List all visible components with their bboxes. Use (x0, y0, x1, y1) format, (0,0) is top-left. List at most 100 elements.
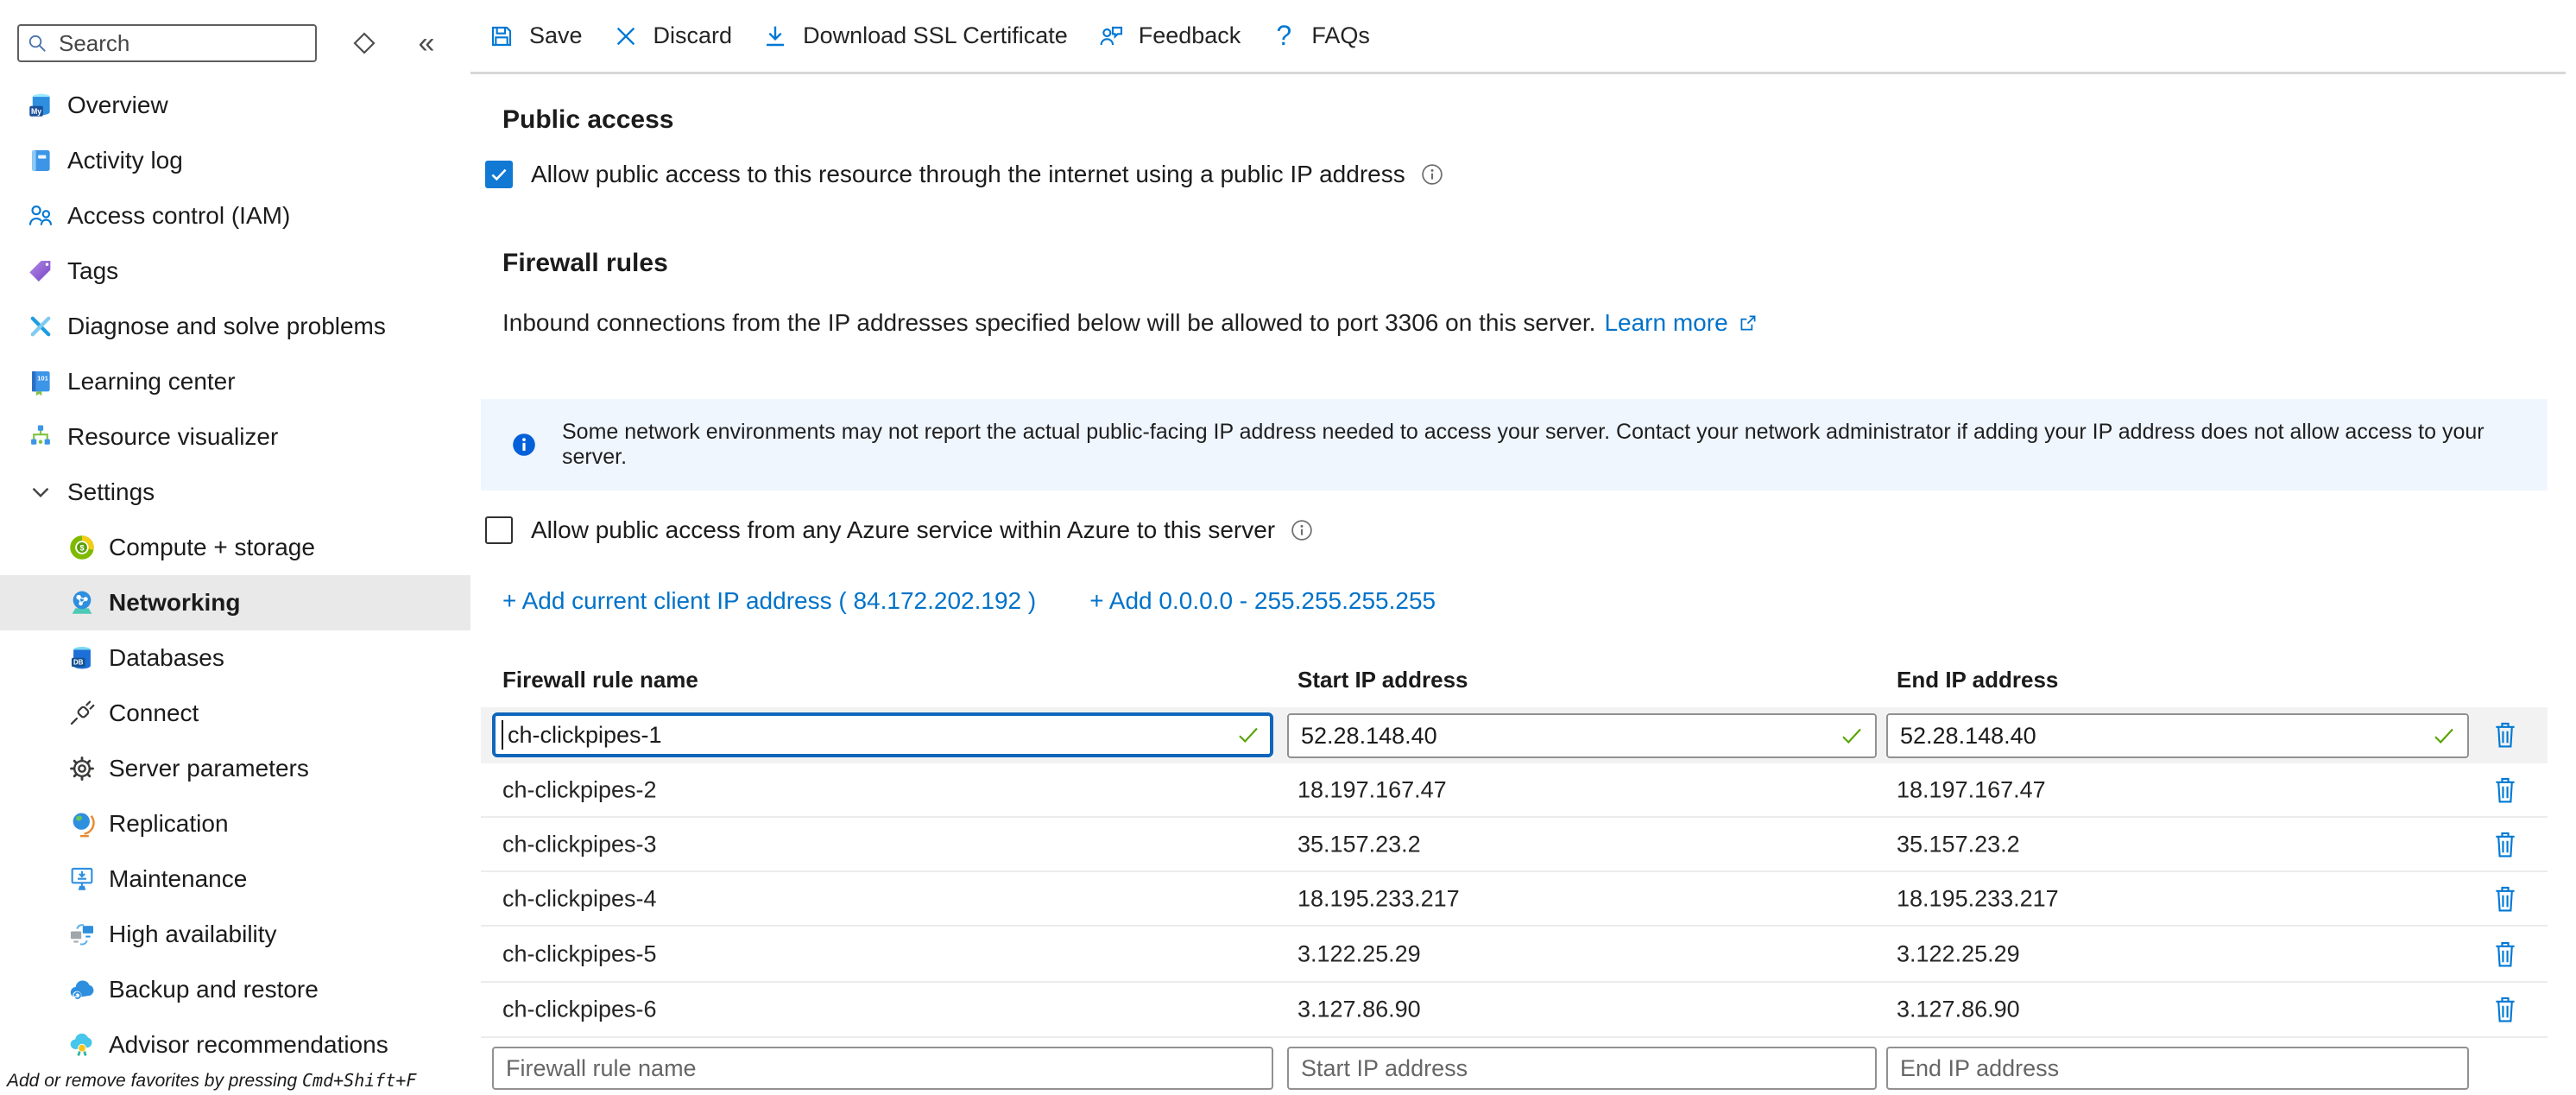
save-button[interactable]: Save (488, 22, 583, 50)
compute-storage-icon: $ (67, 533, 97, 562)
sidebar-item-activity-log[interactable]: Activity log (0, 133, 470, 188)
start-ip-input[interactable] (1287, 713, 1877, 758)
sidebar-item-overview[interactable]: My Overview (0, 78, 470, 133)
sidebar-item-label: High availability (109, 921, 277, 948)
start-ip-cell: 35.157.23.2 (1297, 831, 1421, 858)
sidebar-item-advisor[interactable]: Advisor recommendations (0, 1017, 470, 1073)
firewall-rules-heading: Firewall rules (502, 249, 668, 278)
allow-public-access-checkbox[interactable] (485, 161, 513, 188)
sidebar-item-backup-restore[interactable]: Backup and restore (0, 962, 470, 1017)
manage-view-icon[interactable] (350, 28, 379, 58)
delete-rule-button[interactable] (2489, 937, 2522, 973)
sidebar-item-label: Resource visualizer (67, 423, 278, 451)
resource-menu-sidebar: « My Overview Activity log Access contro… (0, 0, 470, 1095)
save-icon (488, 22, 515, 50)
search-icon (26, 32, 48, 54)
firewall-rule-edit-row (481, 707, 2548, 763)
search-input[interactable] (17, 24, 317, 62)
sidebar-item-tags[interactable]: Tags (0, 244, 470, 299)
discard-button[interactable]: Discard (612, 22, 733, 50)
sidebar-item-label: Databases (109, 644, 224, 672)
download-ssl-button[interactable]: Download SSL Certificate (761, 22, 1068, 50)
new-start-ip-input[interactable] (1287, 1047, 1877, 1090)
allow-public-access-label: Allow public access to this resource thr… (531, 161, 1405, 188)
table-row: ch-clickpipes-3 35.157.23.2 35.157.23.2 (481, 818, 2548, 872)
favorites-hint: Add or remove favorites by pressing Cmd+… (7, 1070, 416, 1092)
sidebar-item-networking[interactable]: Networking (0, 575, 470, 630)
sidebar-item-label: Learning center (67, 368, 236, 396)
add-range-link[interactable]: + Add 0.0.0.0 - 255.255.255.255 (1089, 587, 1436, 615)
chevron-down-icon (26, 478, 55, 507)
download-icon (761, 22, 789, 50)
sidebar-group-settings[interactable]: Settings (0, 465, 470, 520)
connect-plug-icon (67, 699, 97, 728)
discard-x-icon (612, 22, 640, 50)
new-rule-name-input[interactable] (492, 1047, 1273, 1090)
collapse-menu-icon[interactable]: « (412, 28, 441, 58)
table-row: ch-clickpipes-2 18.197.167.47 18.197.167… (481, 763, 2548, 818)
public-access-heading: Public access (502, 105, 673, 135)
new-end-ip-input[interactable] (1886, 1047, 2469, 1090)
mysql-server-icon: My (26, 91, 55, 120)
start-ip-cell: 3.122.25.29 (1297, 940, 1421, 967)
sidebar-item-compute-storage[interactable]: $ Compute + storage (0, 520, 470, 575)
sidebar-item-label: Networking (109, 589, 240, 617)
delete-rule-button[interactable] (2489, 827, 2522, 864)
gear-icon (67, 754, 97, 783)
table-row: ch-clickpipes-4 18.195.233.217 18.195.23… (481, 872, 2548, 927)
high-availability-icon (67, 920, 97, 949)
delete-rule-button[interactable] (2489, 773, 2522, 809)
learn-more-link[interactable]: Learn more (1604, 309, 1727, 337)
firewall-description: Inbound connections from the IP addresse… (502, 309, 1759, 337)
sidebar-item-label: Backup and restore (109, 976, 319, 1003)
azure-services-checkbox-row: Allow public access from any Azure servi… (485, 516, 1315, 544)
sidebar-item-resource-visualizer[interactable]: Resource visualizer (0, 409, 470, 465)
advisor-recommendations-icon (67, 1030, 97, 1060)
sidebar-item-maintenance[interactable]: Maintenance (0, 851, 470, 907)
rule-name-cell: ch-clickpipes-6 (502, 997, 657, 1023)
sidebar-item-connect[interactable]: Connect (0, 686, 470, 741)
sidebar-item-label: Server parameters (109, 755, 309, 782)
resource-visualizer-icon (26, 422, 55, 452)
replication-globe-icon (67, 809, 97, 839)
sidebar-item-label: Diagnose and solve problems (67, 313, 386, 340)
info-filled-icon (510, 431, 538, 459)
add-client-ip-link[interactable]: + Add current client IP address ( 84.172… (502, 587, 1036, 615)
end-ip-cell: 3.127.86.90 (1897, 997, 2020, 1023)
sidebar-item-label: Advisor recommendations (109, 1031, 388, 1059)
end-ip-cell: 18.197.167.47 (1897, 776, 2046, 803)
sidebar-item-label: Maintenance (109, 865, 247, 893)
end-ip-cell: 3.122.25.29 (1897, 940, 2020, 967)
diagnose-tools-icon (26, 312, 55, 341)
delete-rule-button[interactable] (2489, 992, 2522, 1029)
sidebar-item-server-parameters[interactable]: Server parameters (0, 741, 470, 796)
sidebar-item-label: Activity log (67, 147, 183, 174)
svg-text:My: My (31, 107, 41, 116)
allow-azure-services-checkbox[interactable] (485, 516, 513, 544)
trash-icon (2491, 938, 2520, 971)
sidebar-item-access-control[interactable]: Access control (IAM) (0, 188, 470, 244)
feedback-button[interactable]: Feedback (1097, 22, 1241, 50)
delete-rule-button[interactable] (2489, 882, 2522, 918)
faqs-button[interactable]: ? FAQs (1270, 22, 1370, 50)
delete-rule-button[interactable] (2489, 718, 2522, 754)
rule-name-cell: ch-clickpipes-5 (502, 940, 657, 967)
info-banner: Some network environments may not report… (481, 399, 2548, 491)
start-ip-cell: 3.127.86.90 (1297, 997, 1421, 1023)
command-bar: Save Discard Download SSL Certificate Fe… (470, 0, 2566, 74)
svg-text:$: $ (79, 543, 84, 552)
trash-icon (2491, 993, 2520, 1026)
sidebar-item-databases[interactable]: DB Databases (0, 630, 470, 686)
trash-icon (2491, 883, 2520, 915)
access-control-icon (26, 201, 55, 231)
end-ip-input[interactable] (1886, 713, 2469, 758)
sidebar-item-replication[interactable]: Replication (0, 796, 470, 851)
databases-icon: DB (67, 643, 97, 673)
add-ip-links: + Add current client IP address ( 84.172… (502, 587, 1436, 615)
sidebar-item-high-availability[interactable]: High availability (0, 907, 470, 962)
sidebar-item-diagnose[interactable]: Diagnose and solve problems (0, 299, 470, 354)
sidebar-item-label: Connect (109, 699, 199, 727)
header-start-ip: Start IP address (1297, 667, 1468, 693)
sidebar-item-learning-center[interactable]: 101 Learning center (0, 354, 470, 409)
rule-name-input[interactable] (492, 712, 1273, 757)
